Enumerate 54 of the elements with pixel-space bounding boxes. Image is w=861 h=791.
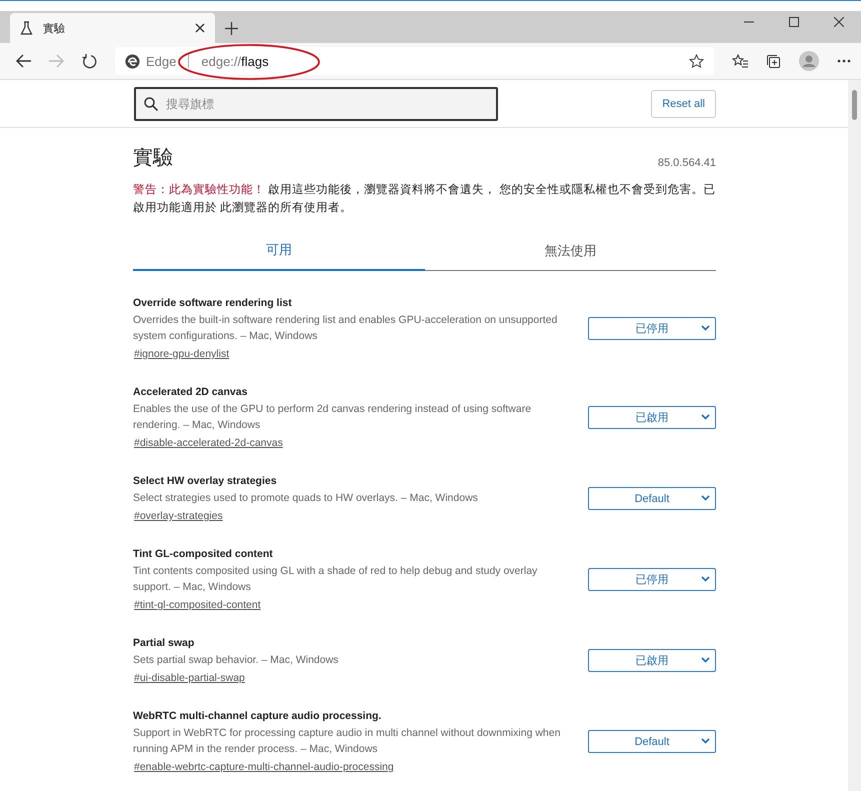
flag-link[interactable]: #ui-disable-partial-swap bbox=[133, 670, 245, 686]
flag-name: Accelerated 2D canvas bbox=[133, 385, 248, 400]
page-title: 實驗 bbox=[133, 146, 173, 171]
back-arrow-icon[interactable] bbox=[16, 54, 31, 68]
chevron-down-icon bbox=[701, 414, 710, 420]
flag-link[interactable]: #tint-gl-composited-content bbox=[133, 597, 261, 613]
url-text: edge://flags bbox=[201, 54, 269, 68]
chevron-down-icon bbox=[701, 738, 710, 744]
tab[interactable]: 可用 bbox=[133, 231, 424, 271]
close-icon[interactable] bbox=[195, 23, 205, 33]
browser-tab[interactable]: 實驗 bbox=[10, 13, 215, 43]
flag-dropdown[interactable]: 已停用 bbox=[588, 568, 716, 591]
flag-description: Tint contents composited using GL with a shade of red to help debug and study overlay support. – Mac, Windows bbox=[133, 564, 538, 595]
flag-dropdown[interactable]: 已啟用 bbox=[588, 649, 716, 672]
flag-link[interactable]: #enable-webrtc-capture-multi-channel-audio-processing bbox=[133, 759, 394, 775]
search-icon bbox=[144, 96, 158, 110]
chevron-down-icon bbox=[701, 495, 710, 501]
search-box[interactable]: 搜尋旗標 bbox=[134, 86, 498, 120]
flag-dropdown[interactable]: 已啟用 bbox=[588, 406, 716, 429]
flag-dropdown[interactable]: Default bbox=[588, 487, 716, 510]
flag-description: Select strategies used to promote quads to HW overlays. – Mac, Windows bbox=[133, 491, 479, 506]
flag-name: WebRTC multi-channel capture audio processing. bbox=[133, 709, 382, 724]
version-label: 85.0.564.41 bbox=[658, 157, 716, 169]
reset-all-button[interactable]: Reset all bbox=[651, 90, 716, 118]
flag-link[interactable]: #ignore-gpu-denylist bbox=[133, 346, 230, 362]
new-tab-icon[interactable] bbox=[225, 22, 238, 35]
chevron-down-icon bbox=[701, 325, 710, 331]
refresh-icon[interactable] bbox=[82, 54, 97, 68]
favorites-icon[interactable] bbox=[732, 54, 748, 68]
flag-description: Sets partial swap behavior. – Mac, Windows bbox=[133, 653, 340, 668]
chevron-down-icon bbox=[701, 657, 710, 663]
more-icon[interactable] bbox=[837, 59, 851, 63]
flag-description: Support in WebRTC for processing capture audio in multi channel without downmixing when running APM in the render process. – Mac, Windows bbox=[133, 726, 562, 757]
flag-link[interactable]: #overlay-strategies bbox=[133, 508, 223, 524]
chevron-down-icon bbox=[701, 576, 710, 582]
flag-dropdown[interactable]: 已停用 bbox=[588, 317, 716, 340]
search-input[interactable]: 搜尋旗標 bbox=[164, 96, 488, 112]
flag-name: Tint GL-composited content bbox=[133, 547, 274, 562]
flag-link[interactable]: #disable-accelerated-2d-canvas bbox=[133, 435, 283, 451]
flag-name: Override software rendering list bbox=[133, 296, 293, 311]
collections-icon[interactable] bbox=[766, 54, 781, 68]
flag-dropdown[interactable]: Default bbox=[588, 730, 716, 753]
site-label: Edge bbox=[146, 54, 176, 68]
flag-name: Select HW overlay strategies bbox=[133, 474, 278, 489]
flag-name: Partial swap bbox=[133, 636, 196, 651]
star-icon[interactable] bbox=[689, 54, 704, 68]
flag-description: Overrides the built-in software rendering list and enables GPU-acceleration on unsupported system configurations. – Mac, Windows bbox=[133, 313, 558, 344]
warning-text: 警告：此為實驗性功能！ 啟用這些功能後，瀏覽器資料將不會遺失， 您的安全性或隱私權也不會受到危害。已啟用功能適用於 此瀏覽器的所有使用者。 bbox=[133, 182, 716, 216]
edge-logo-icon bbox=[125, 54, 140, 68]
flag-description: Enables the use of the GPU to perform 2d canvas rendering instead of using software rendering. – Mac, Windows bbox=[133, 402, 532, 433]
tab[interactable]: 無法使用 bbox=[424, 231, 716, 271]
tab-title: 實驗 bbox=[43, 22, 66, 36]
profile-avatar-icon[interactable] bbox=[799, 51, 819, 71]
flask-icon bbox=[20, 21, 33, 35]
